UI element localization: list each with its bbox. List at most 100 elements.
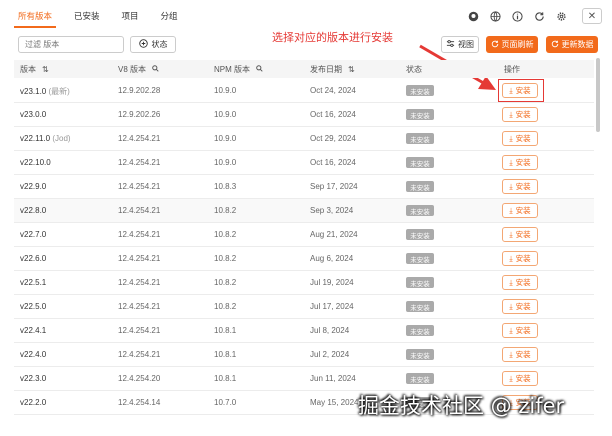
- status-badge: 未安装: [406, 325, 434, 336]
- table-row: v22.10.0 12.4.254.21 10.9.0 Oct 16, 2024…: [14, 151, 594, 175]
- version-table: v23.1.0 (最新) 12.9.202.28 10.9.0 Oct 24, …: [14, 79, 594, 415]
- date-cell: Jul 19, 2024: [310, 278, 354, 287]
- install-button[interactable]: ⤓ 安装: [502, 131, 538, 146]
- table-row: v22.5.0 12.4.254.21 10.8.2 Jul 17, 2024 …: [14, 295, 594, 319]
- v8-cell: 12.4.254.21: [118, 254, 161, 263]
- npm-cell: 10.9.0: [214, 110, 237, 119]
- status-badge: 未安装: [406, 157, 434, 168]
- status-badge: 未安装: [406, 109, 434, 120]
- date-cell: Jul 2, 2024: [310, 350, 350, 359]
- date-cell: Sep 17, 2024: [310, 182, 358, 191]
- v8-cell: 12.9.202.28: [118, 86, 161, 95]
- sort-icon: ⇅: [42, 65, 49, 74]
- v8-cell: 12.4.254.21: [118, 278, 161, 287]
- install-button[interactable]: ⤓ 安装: [502, 275, 538, 290]
- date-cell: May 15, 2024: [310, 398, 359, 407]
- watermark: 掘金技术社区 @ zifer: [358, 394, 565, 418]
- version-cell: v22.7.0: [20, 230, 47, 239]
- date-cell: Sep 3, 2024: [310, 206, 354, 215]
- version-cell: v22.11.0 (Jod): [20, 134, 71, 143]
- download-icon: ⤓: [509, 349, 513, 359]
- header-version[interactable]: 版本 ⇅: [20, 64, 49, 75]
- install-button[interactable]: ⤓ 安装: [502, 371, 538, 386]
- table-header: 版本 ⇅ V8 版本 NPM 版本 发布日期 ⇅ 状态 操作: [14, 60, 594, 78]
- date-cell: Aug 21, 2024: [310, 230, 358, 239]
- download-icon: ⤓: [509, 301, 513, 311]
- install-button[interactable]: ⤓ 安装: [502, 323, 538, 338]
- install-button[interactable]: ⤓ 安装: [502, 203, 538, 218]
- version-cell: v23.0.0: [20, 110, 47, 119]
- v8-cell: 12.4.254.21: [118, 302, 161, 311]
- v8-cell: 12.4.254.14: [118, 398, 161, 407]
- date-cell: Jul 17, 2024: [310, 302, 354, 311]
- v8-cell: 12.4.254.21: [118, 134, 161, 143]
- npm-cell: 10.8.2: [214, 206, 237, 215]
- download-icon: ⤓: [509, 109, 513, 119]
- version-cell: v22.5.1: [20, 278, 47, 287]
- table-row: v22.5.1 12.4.254.21 10.8.2 Jul 19, 2024 …: [14, 271, 594, 295]
- date-cell: Jun 11, 2024: [310, 374, 356, 383]
- table-row: v23.0.0 12.9.202.26 10.9.0 Oct 16, 2024 …: [14, 103, 594, 127]
- version-cell: v22.10.0: [20, 158, 51, 167]
- highlight-box: [498, 79, 544, 102]
- status-badge: 未安装: [406, 373, 434, 384]
- status-badge: 未安装: [406, 349, 434, 360]
- v8-cell: 12.4.254.21: [118, 206, 161, 215]
- table-row: v22.8.0 12.4.254.21 10.8.2 Sep 3, 2024 未…: [14, 199, 594, 223]
- version-cell: v23.1.0 (最新): [20, 87, 70, 96]
- status-badge: 未安装: [406, 205, 434, 216]
- install-button[interactable]: ⤓ 安装: [502, 227, 538, 242]
- search-icon: [152, 65, 159, 74]
- header-npm[interactable]: NPM 版本: [214, 64, 263, 75]
- npm-cell: 10.7.0: [214, 398, 237, 407]
- header-v8[interactable]: V8 版本: [118, 64, 159, 75]
- table-row: v22.11.0 (Jod) 12.4.254.21 10.9.0 Oct 29…: [14, 127, 594, 151]
- header-status: 状态: [406, 65, 422, 74]
- version-cell: v22.3.0: [20, 374, 47, 383]
- npm-cell: 10.8.1: [214, 326, 237, 335]
- sort-icon: ⇅: [348, 65, 355, 74]
- version-cell: v22.5.0: [20, 302, 47, 311]
- download-icon: ⤓: [509, 373, 513, 383]
- date-cell: Oct 24, 2024: [310, 86, 356, 95]
- install-button[interactable]: ⤓ 安装: [502, 251, 538, 266]
- table-row: v22.3.0 12.4.254.20 10.8.1 Jun 11, 2024 …: [14, 367, 594, 391]
- npm-cell: 10.8.2: [214, 254, 237, 263]
- download-icon: ⤓: [509, 133, 513, 143]
- header-date[interactable]: 发布日期 ⇅: [310, 64, 355, 75]
- install-button[interactable]: ⤓ 安装: [502, 347, 538, 362]
- v8-cell: 12.4.254.21: [118, 326, 161, 335]
- v8-cell: 12.9.202.26: [118, 110, 161, 119]
- v8-cell: 12.4.254.21: [118, 158, 161, 167]
- status-badge: 未安装: [406, 229, 434, 240]
- npm-cell: 10.8.2: [214, 278, 237, 287]
- status-badge: 未安装: [406, 253, 434, 264]
- table-row: v22.4.0 12.4.254.21 10.8.1 Jul 2, 2024 未…: [14, 343, 594, 367]
- v8-cell: 12.4.254.21: [118, 350, 161, 359]
- table-row: v22.9.0 12.4.254.21 10.8.3 Sep 17, 2024 …: [14, 175, 594, 199]
- npm-cell: 10.8.1: [214, 374, 237, 383]
- v8-cell: 12.4.254.21: [118, 230, 161, 239]
- version-cell: v22.2.0: [20, 398, 47, 407]
- v8-cell: 12.4.254.21: [118, 182, 161, 191]
- install-button[interactable]: ⤓ 安装: [502, 179, 538, 194]
- scrollbar[interactable]: [596, 58, 600, 132]
- npm-cell: 10.8.2: [214, 302, 237, 311]
- version-cell: v22.4.0: [20, 350, 47, 359]
- version-cell: v22.6.0: [20, 254, 47, 263]
- table-row: v22.4.1 12.4.254.21 10.8.1 Jul 8, 2024 未…: [14, 319, 594, 343]
- npm-cell: 10.8.3: [214, 182, 237, 191]
- table-row: v22.6.0 12.4.254.21 10.8.2 Aug 6, 2024 未…: [14, 247, 594, 271]
- download-icon: ⤓: [509, 157, 513, 167]
- v8-cell: 12.4.254.20: [118, 374, 161, 383]
- status-badge: 未安装: [406, 301, 434, 312]
- install-button[interactable]: ⤓ 安装: [502, 155, 538, 170]
- download-icon: ⤓: [509, 277, 513, 287]
- install-button[interactable]: ⤓ 安装: [502, 299, 538, 314]
- date-cell: Oct 29, 2024: [310, 134, 356, 143]
- install-button[interactable]: ⤓ 安装: [502, 107, 538, 122]
- npm-cell: 10.9.0: [214, 158, 237, 167]
- status-badge: 未安装: [406, 181, 434, 192]
- npm-cell: 10.9.0: [214, 134, 237, 143]
- date-cell: Aug 6, 2024: [310, 254, 354, 263]
